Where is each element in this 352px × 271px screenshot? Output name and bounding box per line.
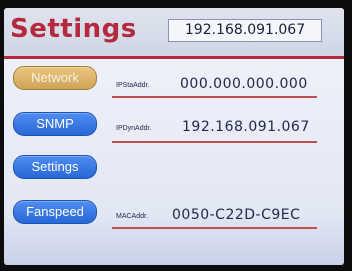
content-area: Network SNMP Settings Fanspeed IPStaAddr…: [4, 59, 344, 265]
network-button[interactable]: Network: [13, 66, 97, 90]
ip-sta-underline: [112, 96, 317, 98]
ip-sta-label: IPStaAddr.: [116, 82, 150, 89]
ip-dyn-label: IPDynAddr.: [116, 125, 152, 132]
fanspeed-button[interactable]: Fanspeed: [13, 200, 97, 224]
device-screen: Settings 192.168.091.067 Network SNMP Se…: [4, 8, 344, 265]
page-title: Settings: [10, 14, 137, 44]
settings-button[interactable]: Settings: [13, 155, 97, 179]
snmp-button[interactable]: SNMP: [13, 112, 97, 136]
ip-dyn-value: 192.168.091.067: [182, 119, 310, 135]
mac-label: MACAddr.: [116, 213, 148, 220]
ip-dyn-underline: [112, 141, 317, 143]
ip-sta-value: 000.000.000.000: [180, 76, 308, 92]
ip-display: 192.168.091.067: [168, 19, 322, 42]
mac-value: 0050-C22D-C9EC: [172, 207, 301, 223]
header-bar: Settings 192.168.091.067: [4, 8, 344, 58]
mac-underline: [112, 227, 317, 229]
